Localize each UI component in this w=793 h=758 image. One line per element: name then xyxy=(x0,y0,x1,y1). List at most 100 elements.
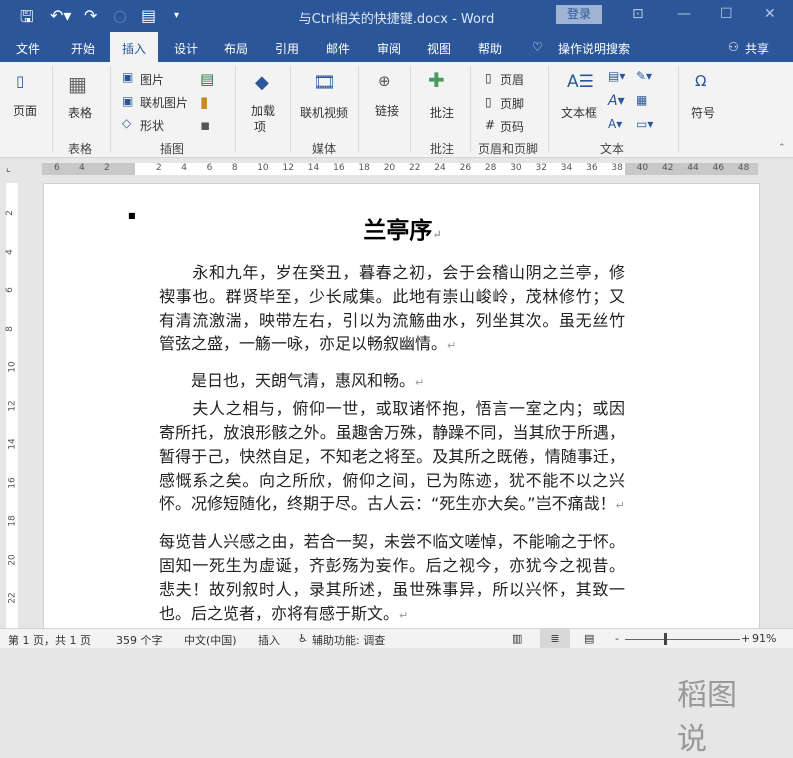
maximize-button[interactable]: ☐ xyxy=(720,6,733,22)
zoom-slider-thumb[interactable] xyxy=(664,633,667,645)
tab-mailings[interactable]: 邮件 xyxy=(326,40,350,57)
tab-references[interactable]: 引用 xyxy=(275,40,299,57)
tab-help[interactable]: 帮助 xyxy=(478,40,502,57)
drop-cap-icon[interactable]: A▾ xyxy=(608,117,622,131)
shapes-button[interactable]: 形状 xyxy=(140,117,164,134)
word-count[interactable]: 359 个字 xyxy=(116,632,163,648)
ruler-number: 30 xyxy=(510,163,522,173)
shapes-icon: ◇ xyxy=(122,116,132,130)
ruler-number: 10 xyxy=(7,361,18,373)
object-icon[interactable]: ▭▾ xyxy=(636,117,653,131)
ruler-number: 48 xyxy=(737,163,750,173)
lightbulb-icon: ♡ xyxy=(532,40,543,54)
pages-button[interactable]: 页面 xyxy=(13,102,37,119)
divider xyxy=(235,66,236,152)
ruler-number: 46 xyxy=(712,163,725,173)
wordart-icon[interactable]: A▾ xyxy=(608,93,625,109)
text-line-content: 每览昔人兴感之由，若合一契，未尝不临文嗟悼，不能喻之于怀。 xyxy=(159,532,625,551)
online-picture-icon: ▣ xyxy=(122,94,134,108)
share-icon[interactable]: ⚇ xyxy=(728,40,739,54)
ruler-number: 4 xyxy=(181,163,188,173)
print-layout-icon[interactable]: ≣ xyxy=(540,629,570,648)
tab-home[interactable]: 开始 xyxy=(71,40,95,57)
accessibility-check[interactable]: 辅助功能: 调查 xyxy=(312,632,385,648)
ruler-number: 4 xyxy=(4,248,15,255)
tab-review[interactable]: 审阅 xyxy=(377,40,401,57)
language[interactable]: 中文(中国) xyxy=(184,632,237,648)
page-count[interactable]: 第 1 页，共 1 页 xyxy=(8,632,91,648)
date-time-icon[interactable]: ▦ xyxy=(636,93,647,107)
divider xyxy=(110,66,111,152)
comment-button[interactable]: 批注 xyxy=(430,104,454,121)
ribbon-display-icon[interactable]: ⊡ xyxy=(632,6,644,22)
online-picture-button[interactable]: 联机图片 xyxy=(140,94,188,111)
tab-design[interactable]: 设计 xyxy=(174,40,198,57)
addins-button[interactable]: 加载 xyxy=(251,102,275,119)
group-label-illustrations: 插图 xyxy=(160,142,185,156)
ruler-number: 16 xyxy=(333,163,345,173)
smartart-icon[interactable]: ▤ xyxy=(200,70,214,88)
text-line-content: 悲夫！故列叙时人，录其所述，虽世殊事异，所以兴怀，其致一 xyxy=(159,580,625,599)
chart-icon[interactable]: ▮ xyxy=(200,93,208,111)
divider xyxy=(358,66,359,152)
online-video-button[interactable]: 联机视频 xyxy=(300,104,348,121)
page-number-button[interactable]: 页码 xyxy=(500,118,524,135)
minimize-button[interactable]: — xyxy=(677,6,691,22)
textbox-button[interactable]: 文本框 xyxy=(561,104,597,121)
online-video-icon: 🎞 xyxy=(313,72,336,93)
ruler-number: 2 xyxy=(156,163,162,173)
read-mode-icon[interactable]: ▥ xyxy=(512,632,522,645)
footer-button[interactable]: 页脚 xyxy=(500,95,524,112)
tab-insert[interactable]: 插入 xyxy=(110,32,159,62)
ruler-number: 12 xyxy=(7,399,18,412)
text-line: 禊事也。群贤毕至，少长咸集。此地有崇山峻岭，茂林修竹；又 xyxy=(159,286,625,308)
table-button[interactable]: 表格 xyxy=(68,104,92,121)
divider xyxy=(290,66,291,152)
zoom-in-button[interactable]: + xyxy=(741,632,750,645)
document-page[interactable]: ■ 兰亭序↵ 永和九年，岁在癸丑，暮春之初，会于会稽山阴之兰亭，修 禊事也。群贤毕… xyxy=(43,183,760,757)
link-button[interactable]: 链接 xyxy=(375,102,399,119)
vertical-ruler[interactable]: 2 4 6 8 10 12 14 16 18 20 22 xyxy=(4,183,18,628)
tab-layout[interactable]: 布局 xyxy=(224,40,248,57)
ruler-number: 4 xyxy=(79,163,85,173)
text-line-content: 永和九年，岁在癸丑，暮春之初，会于会稽山阴之兰亭，修 xyxy=(159,263,625,282)
window-title: 与Ctrl相关的快捷键.docx - Word xyxy=(298,12,495,27)
divider xyxy=(52,66,53,152)
ruler-number: 28 xyxy=(484,163,497,173)
share-button[interactable]: 共享 xyxy=(745,40,769,57)
collapse-ribbon-icon[interactable]: ⌃ xyxy=(778,143,786,153)
zoom-level[interactable]: 91% xyxy=(752,632,776,645)
addins-button-line2[interactable]: 项 xyxy=(254,118,266,135)
ruler-number: 44 xyxy=(687,163,699,173)
quick-parts-icon[interactable]: ▤▾ xyxy=(608,69,625,83)
ruler-number: 32 xyxy=(535,163,547,173)
vertical-scrollbar[interactable] xyxy=(775,183,793,628)
signature-line-icon[interactable]: ✎▾ xyxy=(636,69,652,83)
text-line: 悲夫！故列叙时人，录其所述，虽世殊事异，所以兴怀，其致一 xyxy=(159,579,625,601)
tab-stop-selector[interactable]: ⌞ xyxy=(6,163,11,174)
header-button[interactable]: 页眉 xyxy=(500,71,524,88)
zoom-slider[interactable] xyxy=(625,639,740,640)
screenshot-icon[interactable]: ▪ xyxy=(200,116,210,134)
watermark-logo: 稻图说 xyxy=(677,678,737,757)
close-button[interactable]: ✕ xyxy=(764,6,776,22)
ruler-number: 22 xyxy=(409,163,421,173)
zoom-out-button[interactable]: - xyxy=(615,632,619,645)
ruler-number: 24 xyxy=(434,163,446,173)
tab-view[interactable]: 视图 xyxy=(427,40,451,57)
login-button[interactable]: 登录 xyxy=(556,5,602,24)
horizontal-ruler[interactable]: 6 4 2 2 4 6 8 10 12 14 16 18 20 22 24 26 28 30 32 34 36 38 40 4… xyxy=(42,163,758,175)
insert-mode[interactable]: 插入 xyxy=(258,632,280,648)
web-layout-icon[interactable]: ▤ xyxy=(584,632,594,645)
ruler-number: 20 xyxy=(383,163,396,173)
symbol-button[interactable]: 符号 xyxy=(691,104,715,121)
tab-file[interactable]: 文件 xyxy=(16,40,40,57)
tell-me-search[interactable]: 操作说明搜索 xyxy=(558,40,630,57)
text-line-content: 固知一死生为虚诞，齐彭殇为妄作。后之视今，亦犹今之视昔。 xyxy=(159,556,625,575)
text-line: 管弦之盛，一觞一咏，亦足以畅叙幽情。↵ xyxy=(159,333,625,355)
ruler-number: 12 xyxy=(282,163,294,173)
ruler-number: 10 xyxy=(257,163,269,173)
ruler-number: 22 xyxy=(7,592,18,604)
picture-button[interactable]: 图片 xyxy=(140,71,164,88)
text-line: 有清流激湍，映带左右，引以为流觞曲水，列坐其次。虽无丝竹 xyxy=(159,310,625,332)
